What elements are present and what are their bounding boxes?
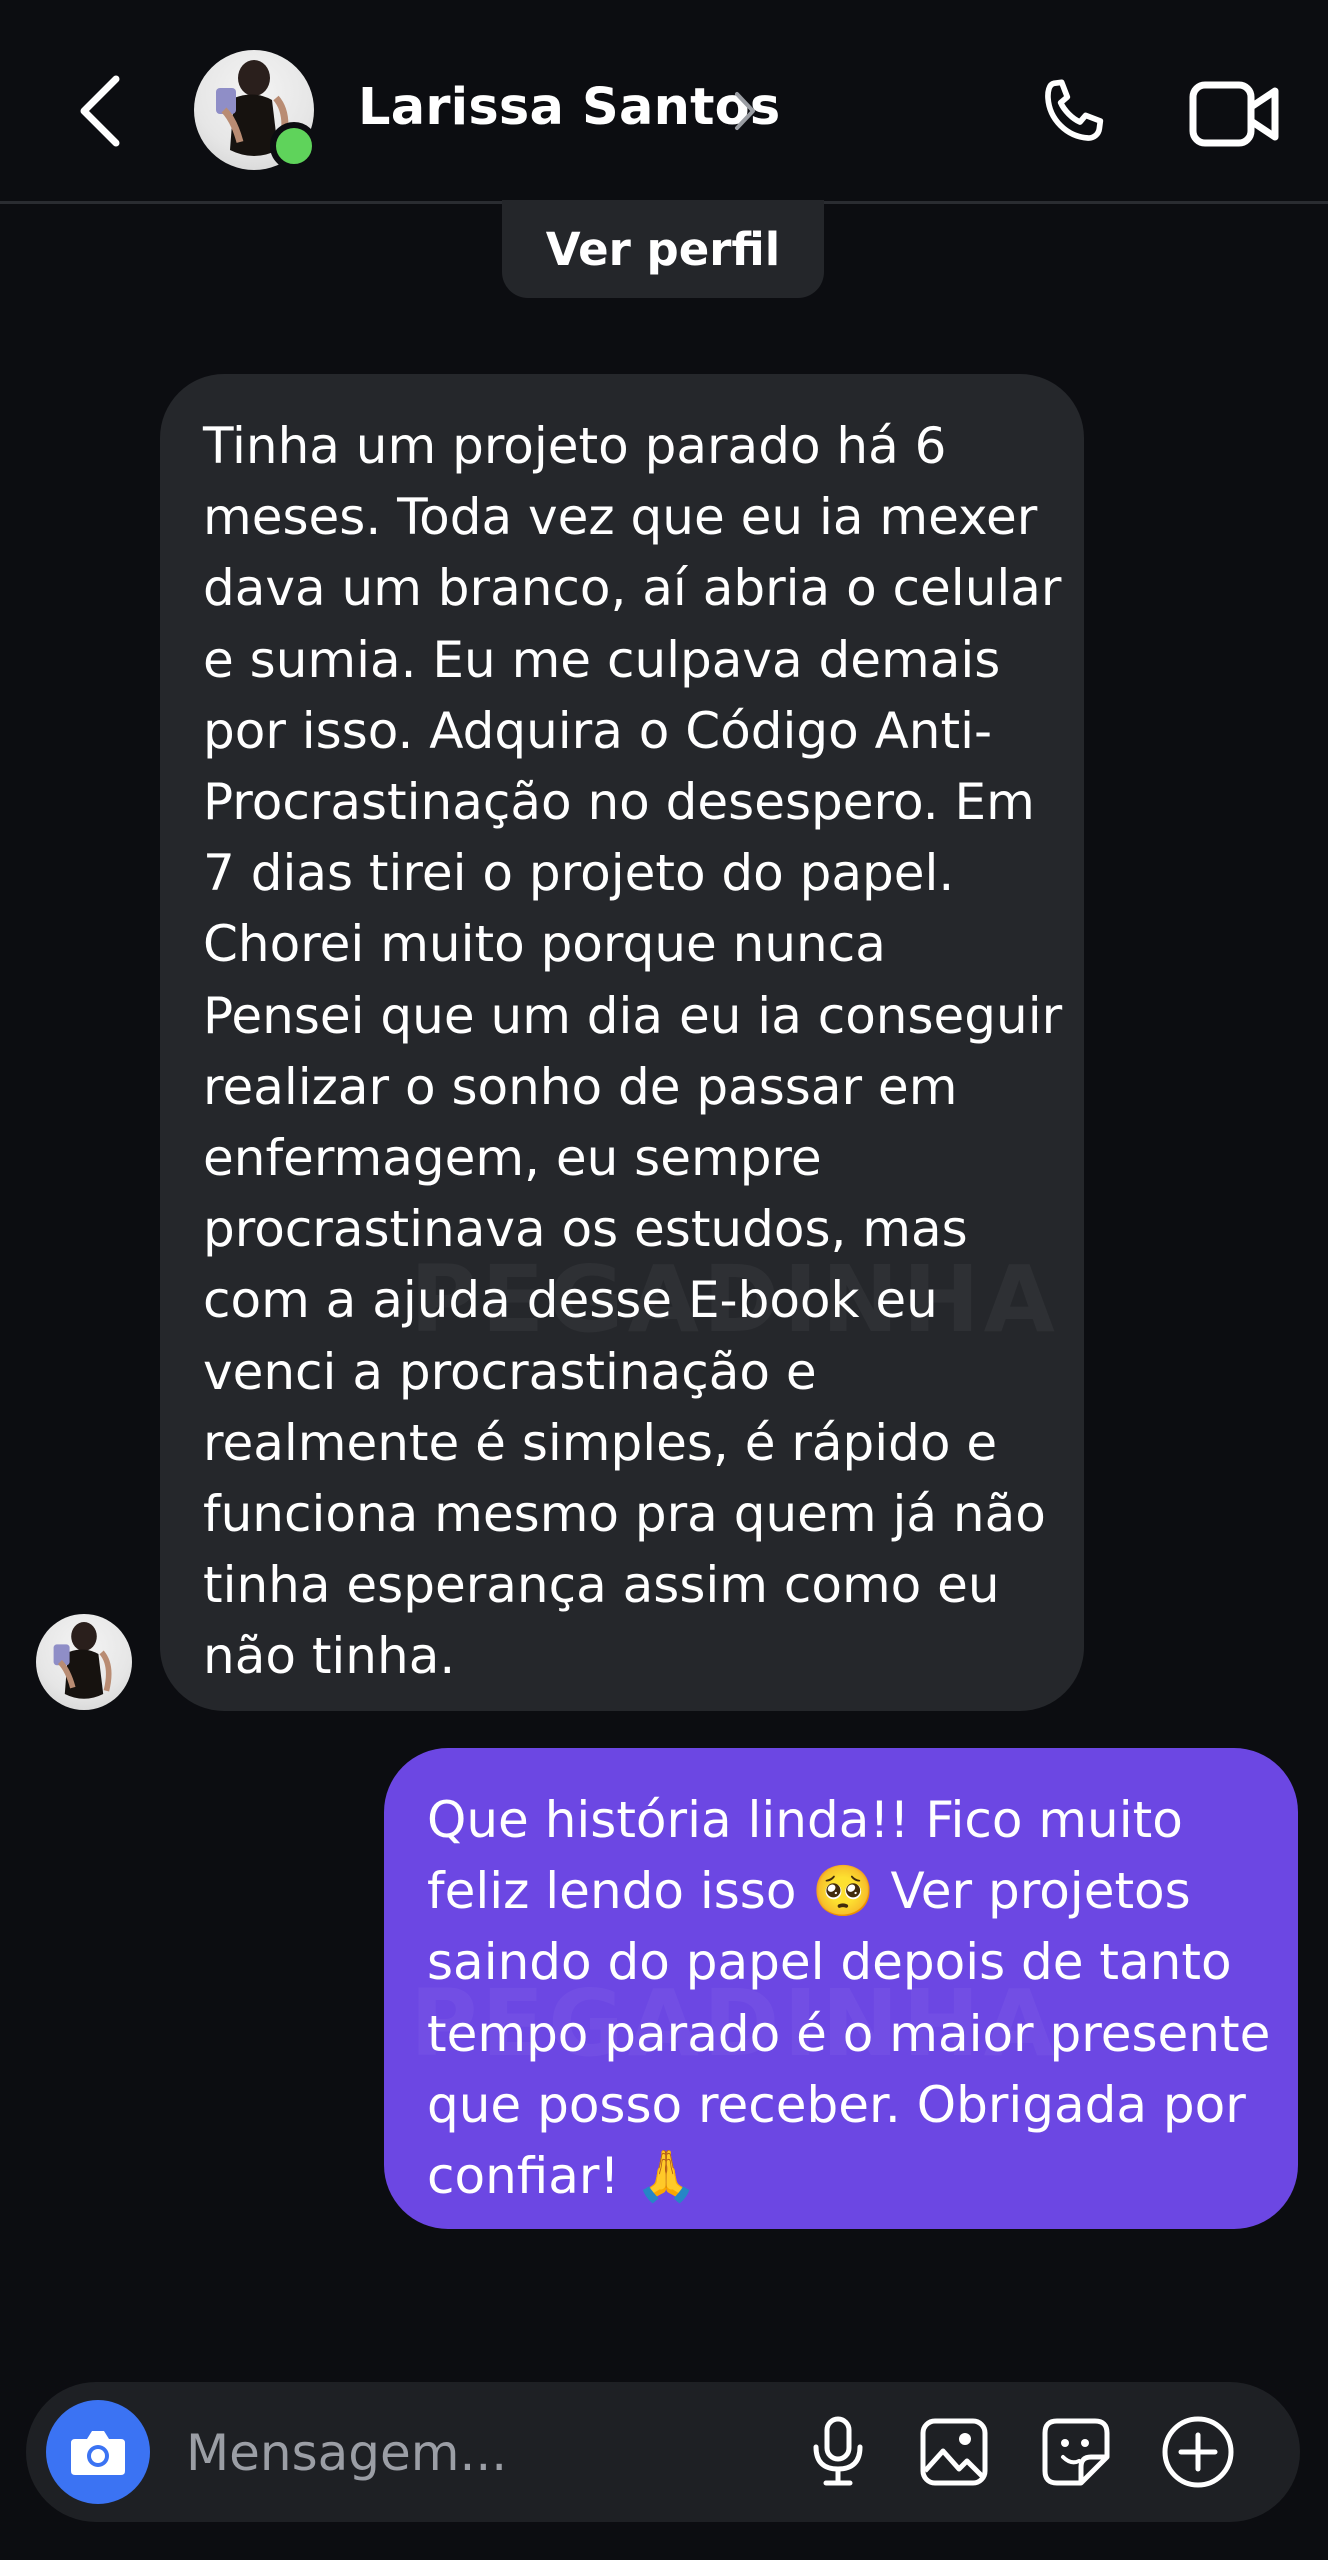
message-line: dava um branco, aí abria o celular: [203, 559, 1062, 618]
message-line: realmente é simples, é rápido e: [203, 1413, 998, 1472]
camera-button[interactable]: [46, 2400, 150, 2504]
video-camera-icon: [1189, 81, 1279, 147]
plus-circle-icon: [1162, 2416, 1234, 2488]
back-button[interactable]: [60, 66, 140, 156]
message-line: que posso receber. Obrigada por: [427, 2075, 1246, 2134]
message-line: Tinha um projeto parado há 6: [203, 417, 947, 475]
video-call-button[interactable]: [1180, 64, 1290, 164]
message-line: venci a procrastinação e: [203, 1342, 817, 1401]
contact-name[interactable]: Larissa Santos: [358, 78, 780, 137]
message-line: enfermagem, eu sempre: [203, 1129, 822, 1188]
online-status-dot: [270, 122, 318, 170]
message-line: saindo do papel depois de tanto: [427, 1933, 1232, 1992]
chevron-right-icon: [735, 92, 755, 130]
view-profile-button[interactable]: Ver perfil: [502, 200, 824, 298]
message-line: meses. Toda vez que eu ia mexer: [203, 488, 1038, 547]
message-line: Procrastinação no desespero. Em: [203, 773, 1035, 832]
message-line: procrastinava os estudos, mas: [203, 1200, 968, 1259]
message-line: e sumia. Eu me culpava demais: [203, 630, 1001, 689]
message-line: tinha esperança assim como eu: [203, 1556, 1000, 1615]
message-line: confiar! 🙏: [427, 2147, 698, 2206]
message-line: por isso. Adquira o Código Anti-: [203, 701, 993, 760]
phone-icon: [1045, 79, 1104, 141]
message-line: 7 dias tirei o projeto do papel.: [203, 844, 955, 903]
microphone-button[interactable]: [792, 2406, 884, 2498]
message-line: Que história linda!! Fico muito: [427, 1791, 1183, 1849]
message-line: feliz lendo isso 🥺 Ver projetos: [427, 1862, 1191, 1921]
message-line: não tinha.: [203, 1627, 456, 1686]
sticker-button[interactable]: [1030, 2406, 1122, 2498]
microphone-icon: [813, 2416, 863, 2486]
sticker-icon: [1042, 2418, 1110, 2486]
message-line: com a ajuda desse E-book eu: [203, 1271, 938, 1330]
sender-avatar[interactable]: [36, 1614, 132, 1710]
message-input[interactable]: [184, 2412, 808, 2494]
voice-call-button[interactable]: [1022, 64, 1122, 164]
message-composer: [26, 2382, 1300, 2522]
received-message-bubble[interactable]: Tinha um projeto parado há 6 meses. Toda…: [160, 374, 1084, 1711]
gallery-button[interactable]: [908, 2406, 1000, 2498]
chevron-left-icon: [80, 75, 120, 147]
message-line: realizar o sonho de passar em: [203, 1057, 958, 1116]
chat-header: Larissa Santos: [0, 0, 1331, 204]
image-icon: [920, 2418, 988, 2486]
message-line: tempo parado é o maior presente: [427, 2004, 1271, 2063]
camera-icon: [71, 2431, 125, 2475]
more-options-button[interactable]: [1152, 2406, 1244, 2498]
message-line: funciona mesmo pra quem já não: [203, 1485, 1046, 1544]
sent-message-bubble[interactable]: Que história linda!! Fico muito feliz le…: [384, 1748, 1298, 2229]
contact-avatar-button[interactable]: [194, 50, 318, 174]
message-line: Pensei que um dia eu ia conseguir: [203, 986, 1063, 1045]
message-line: Chorei muito porque nunca: [203, 915, 886, 974]
